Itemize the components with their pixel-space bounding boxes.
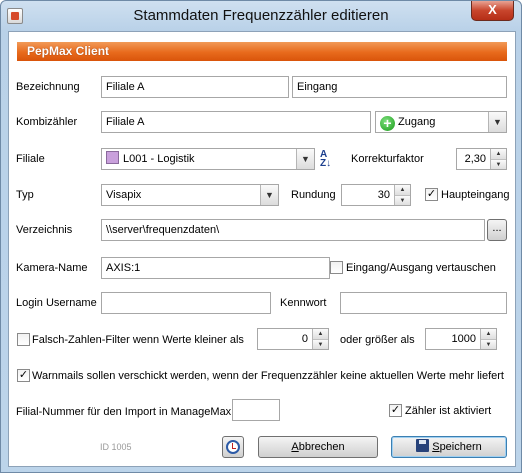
client-banner: PepMax Client xyxy=(17,42,507,61)
spin-up-icon[interactable]: ▲ xyxy=(491,149,506,159)
save-button-label: peichern xyxy=(439,441,482,453)
spin-down-icon[interactable]: ▼ xyxy=(395,195,410,205)
title-bar[interactable]: Stammdaten Frequenzzähler editieren X xyxy=(1,1,521,31)
korrekturfaktor-label: Korrekturfaktor xyxy=(351,153,424,165)
chevron-down-icon[interactable]: ▼ xyxy=(296,149,314,169)
korrekturfaktor-stepper[interactable]: 2,30 ▲ ▼ xyxy=(456,148,507,170)
rundung-value: 30 xyxy=(377,189,390,201)
swap-direction-checkbox[interactable] xyxy=(330,261,343,274)
spin-down-icon[interactable]: ▼ xyxy=(313,339,328,349)
cancel-accesskey: A xyxy=(291,441,299,453)
window-title: Stammdaten Frequenzzähler editieren xyxy=(133,7,389,24)
kamera-label: Kamera-Name xyxy=(16,262,88,274)
chevron-down-icon[interactable]: ▼ xyxy=(260,185,278,205)
swap-direction-label: Eingang/Ausgang vertauschen xyxy=(346,262,496,274)
close-button[interactable]: X xyxy=(471,1,514,21)
clock-icon xyxy=(226,440,240,454)
save-icon xyxy=(416,439,430,452)
sort-az-icon[interactable]: A Z↓ xyxy=(320,150,338,170)
filialnummer-label: Filial-Nummer für den Import in ManageMa… xyxy=(16,406,232,418)
haupteingang-label: Haupteingang xyxy=(441,189,510,201)
history-button[interactable] xyxy=(222,436,244,458)
kombizaehler-mode-select[interactable]: + Zugang ▼ xyxy=(375,111,507,133)
spin-down-icon[interactable]: ▼ xyxy=(491,159,506,169)
login-input[interactable] xyxy=(101,292,271,314)
kombizaehler-mode-value: Zugang xyxy=(398,116,436,128)
verzeichnis-input[interactable]: \\server\frequenzdaten\ xyxy=(101,219,485,241)
zaehler-aktiv-checkbox[interactable]: ✓ xyxy=(389,404,402,417)
filiale-label: Filiale xyxy=(16,153,45,165)
verzeichnis-label: Verzeichnis xyxy=(16,224,73,236)
filiale-color-swatch xyxy=(106,151,119,164)
filiale-value: L001 - Logistik xyxy=(123,153,195,165)
warnmails-label: Warnmails sollen verschickt werden, wenn… xyxy=(32,370,504,382)
login-label: Login Username xyxy=(16,297,97,309)
rundung-label: Rundung xyxy=(291,189,336,201)
typ-select[interactable]: Visapix ▼ xyxy=(101,184,279,206)
filter-or-label: oder größer als xyxy=(340,334,415,346)
browse-button[interactable]: ... xyxy=(487,219,507,241)
plus-icon: + xyxy=(380,116,395,131)
kennwort-input[interactable] xyxy=(340,292,507,314)
typ-label: Typ xyxy=(16,189,34,201)
kombizaehler-label: Kombizähler xyxy=(16,116,78,128)
filter-min-stepper[interactable]: 0 ▲ ▼ xyxy=(257,328,329,350)
spin-down-icon[interactable]: ▼ xyxy=(481,339,496,349)
kamera-input[interactable]: AXIS:1 xyxy=(101,257,330,279)
filter-max-value: 1000 xyxy=(451,333,476,345)
filiale-select[interactable]: L001 - Logistik ▼ xyxy=(101,148,315,170)
spin-up-icon[interactable]: ▲ xyxy=(395,185,410,195)
spin-up-icon[interactable]: ▲ xyxy=(481,329,496,339)
typ-value: Visapix xyxy=(106,189,142,201)
dialog-window: Stammdaten Frequenzzähler editieren X Pe… xyxy=(0,0,522,473)
bezeichnung-label: Bezeichnung xyxy=(16,81,80,93)
filter-label: Falsch-Zahlen-Filter wenn Werte kleiner … xyxy=(32,334,244,346)
record-id: ID 1005 xyxy=(100,442,132,452)
spin-up-icon[interactable]: ▲ xyxy=(313,329,328,339)
save-button[interactable]: Speichern xyxy=(391,436,507,458)
cancel-button[interactable]: Abbrechen xyxy=(258,436,378,458)
bezeichnung-input[interactable]: Filiale A xyxy=(101,76,289,98)
warnmails-checkbox[interactable]: ✓ xyxy=(17,369,30,382)
zaehler-aktiv-label: Zähler ist aktiviert xyxy=(405,405,492,417)
haupteingang-checkbox[interactable]: ✓ xyxy=(425,188,438,201)
dialog-content: PepMax Client Bezeichnung Filiale A Eing… xyxy=(8,31,516,467)
kennwort-label: Kennwort xyxy=(280,297,327,309)
filialnummer-input[interactable] xyxy=(232,399,280,421)
chevron-down-icon[interactable]: ▼ xyxy=(488,112,506,132)
kombizaehler-input[interactable]: Filiale A xyxy=(101,111,371,133)
filter-max-stepper[interactable]: 1000 ▲ ▼ xyxy=(425,328,497,350)
filter-checkbox[interactable] xyxy=(17,333,30,346)
filter-min-value: 0 xyxy=(301,333,308,345)
save-accesskey: S xyxy=(432,441,440,453)
rundung-stepper[interactable]: 30 ▲ ▼ xyxy=(341,184,411,206)
korrekturfaktor-value: 2,30 xyxy=(464,153,486,165)
cancel-button-label: bbrechen xyxy=(298,441,345,453)
bezeichnung-suffix-input[interactable]: Eingang xyxy=(292,76,507,98)
